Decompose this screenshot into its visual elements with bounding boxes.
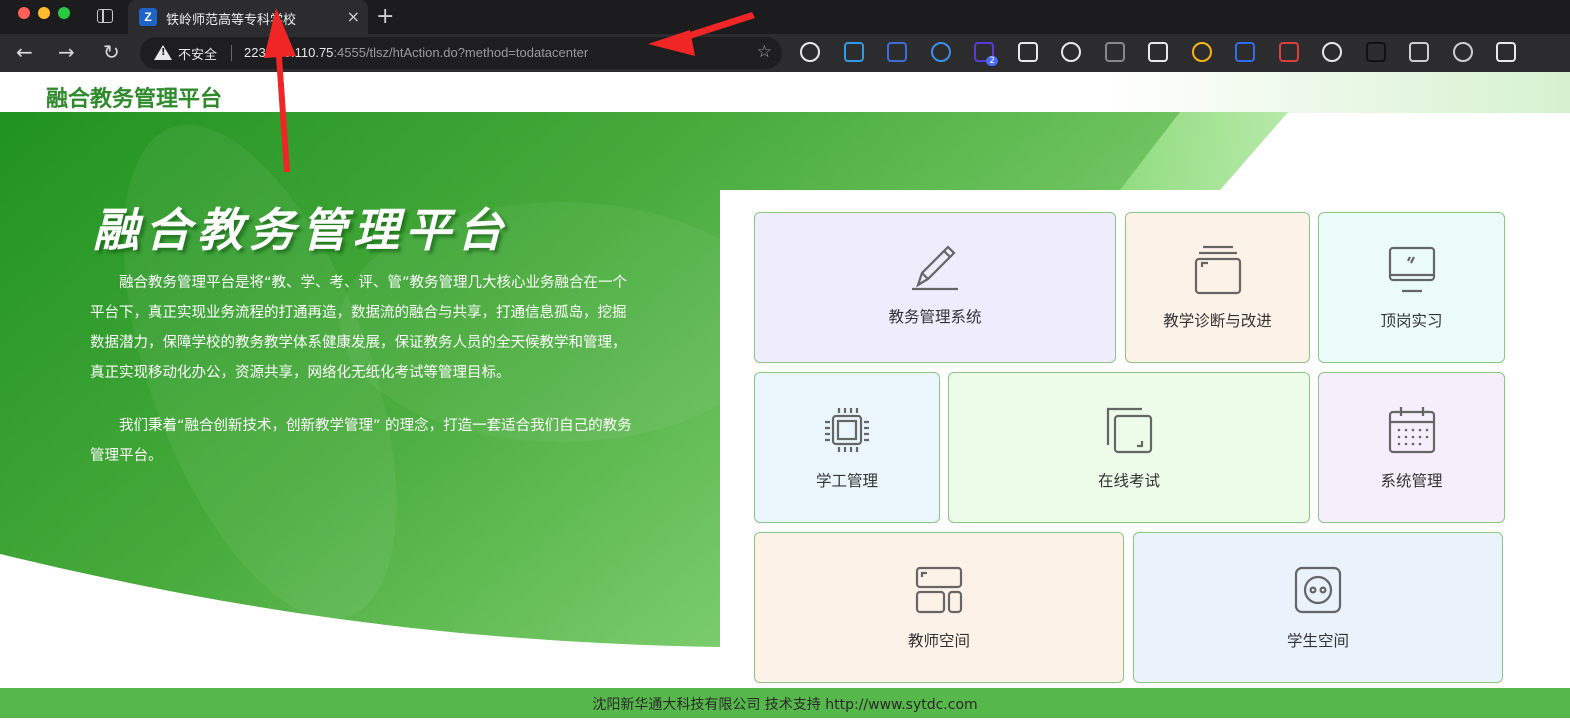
module-label: 学工管理 bbox=[815, 472, 878, 490]
active-tab[interactable]: Z 铁岭师范高等专科学校 × bbox=[128, 0, 368, 34]
panda-icon[interactable] bbox=[1496, 42, 1516, 62]
pencil-icon bbox=[912, 245, 958, 291]
extension-badge: 2 bbox=[986, 56, 998, 66]
module-card-online-exam[interactable]: 在线考试 bbox=[948, 372, 1310, 523]
bars-icon[interactable] bbox=[1235, 42, 1255, 62]
url-path: :4555/tlsz/htAction.do?method=todatacent… bbox=[333, 45, 589, 60]
browser-tab-bar: Z 铁岭师范高等专科学校 × + bbox=[0, 0, 1570, 34]
cloud-icon[interactable] bbox=[1061, 42, 1081, 62]
module-card-internship[interactable]: 顶岗实习 bbox=[1318, 212, 1505, 363]
download-icon[interactable] bbox=[1452, 42, 1473, 62]
forward-button[interactable]: → bbox=[58, 40, 75, 64]
minimize-window-button[interactable] bbox=[38, 7, 50, 19]
url-text[interactable]: 223.100.110.75:4555/tlsz/htAction.do?met… bbox=[244, 45, 588, 60]
site-favicon-icon: Z bbox=[139, 8, 157, 26]
url-host: 223.100.110.75 bbox=[244, 45, 334, 60]
module-label: 教师空间 bbox=[907, 632, 970, 650]
portrait-icon[interactable] bbox=[1017, 42, 1038, 62]
calendar-icon bbox=[1388, 407, 1435, 454]
tab-overview-icon[interactable] bbox=[97, 9, 113, 23]
pin-icon[interactable] bbox=[930, 42, 951, 62]
bookmark-star-icon[interactable]: ☆ bbox=[757, 42, 772, 62]
hero-paragraph-2: 我们秉着“融合创新技术，创新教学管理” 的理念，打造一套适合我们自己的教务管理平… bbox=[90, 418, 632, 464]
chart-icon[interactable] bbox=[1191, 42, 1212, 62]
warning-icon bbox=[154, 45, 172, 60]
address-separator bbox=[231, 45, 232, 61]
module-card-student-space[interactable]: 学生空间 bbox=[1133, 532, 1503, 683]
reload-button[interactable]: ↻ bbox=[103, 40, 120, 64]
copy-icon bbox=[1106, 407, 1153, 454]
site-header: 融合教务管理平台 bbox=[0, 72, 1570, 113]
chip-icon bbox=[825, 408, 869, 452]
face-icon[interactable] bbox=[1322, 42, 1342, 62]
close-window-button[interactable] bbox=[18, 7, 30, 19]
back-button[interactable]: ← bbox=[16, 40, 33, 64]
module-card-teacher-space[interactable]: 教师空间 bbox=[754, 532, 1124, 683]
module-label: 顶岗实习 bbox=[1380, 312, 1443, 330]
tab-title: 铁岭师范高等专科学校 bbox=[166, 13, 297, 28]
circle-icon[interactable] bbox=[843, 42, 864, 62]
module-label: 在线考试 bbox=[1097, 472, 1160, 490]
robot-icon[interactable] bbox=[1148, 42, 1168, 62]
bird-icon[interactable] bbox=[887, 42, 907, 62]
module-card-student-affairs[interactable]: 学工管理 bbox=[754, 372, 940, 523]
tab-close-icon[interactable]: × bbox=[347, 7, 360, 26]
todo-icon[interactable] bbox=[800, 42, 820, 62]
badge-icon[interactable]: 2 bbox=[974, 42, 998, 66]
module-label: 教学诊断与改进 bbox=[1163, 312, 1272, 330]
socket-icon bbox=[1294, 566, 1342, 614]
h-icon[interactable] bbox=[1365, 42, 1386, 62]
footer-text: 沈阳新华通大科技有限公司 技术支持 http://www.sytdc.com bbox=[592, 697, 978, 713]
security-label[interactable]: 不安全 bbox=[178, 44, 217, 63]
folder-stack-icon bbox=[1194, 245, 1241, 295]
module-card-teaching-diagnosis[interactable]: 教学诊断与改进 bbox=[1125, 212, 1310, 363]
web-page: 融合教务管理平台 融合教务管理平台 融合教务管理平台是将“教、学、考、评、管”教… bbox=[0, 72, 1570, 723]
site-logo-text[interactable]: 融合教务管理平台 bbox=[46, 81, 222, 113]
puzzle-icon[interactable] bbox=[1409, 42, 1429, 62]
monitor-icon bbox=[1388, 246, 1435, 293]
layout-icon bbox=[915, 566, 963, 614]
module-card-academic-affairs[interactable]: 教务管理系统 bbox=[754, 212, 1116, 363]
module-label: 系统管理 bbox=[1380, 472, 1443, 490]
hero-paragraph-1: 融合教务管理平台是将“教、学、考、评、管”教务管理几大核心业务融合在一个平台下，… bbox=[90, 275, 628, 381]
hat-icon[interactable] bbox=[1104, 42, 1125, 62]
new-tab-button[interactable]: + bbox=[376, 4, 394, 29]
module-label: 教务管理系统 bbox=[888, 308, 982, 326]
browser-toolbar: ← → ↻ 不安全 223.100.110.75:4555/tlsz/htAct… bbox=[0, 34, 1570, 72]
module-label: 学生空间 bbox=[1286, 632, 1349, 650]
santa-icon[interactable] bbox=[1278, 42, 1299, 62]
address-bar[interactable]: 不安全 223.100.110.75:4555/tlsz/htAction.do… bbox=[140, 37, 782, 69]
module-card-system-management[interactable]: 系统管理 bbox=[1318, 372, 1505, 523]
maximize-window-button[interactable] bbox=[58, 7, 70, 19]
site-footer: 沈阳新华通大科技有限公司 技术支持 http://www.sytdc.com bbox=[0, 688, 1570, 718]
hero-title: 融合教务管理平台 bbox=[93, 203, 509, 257]
